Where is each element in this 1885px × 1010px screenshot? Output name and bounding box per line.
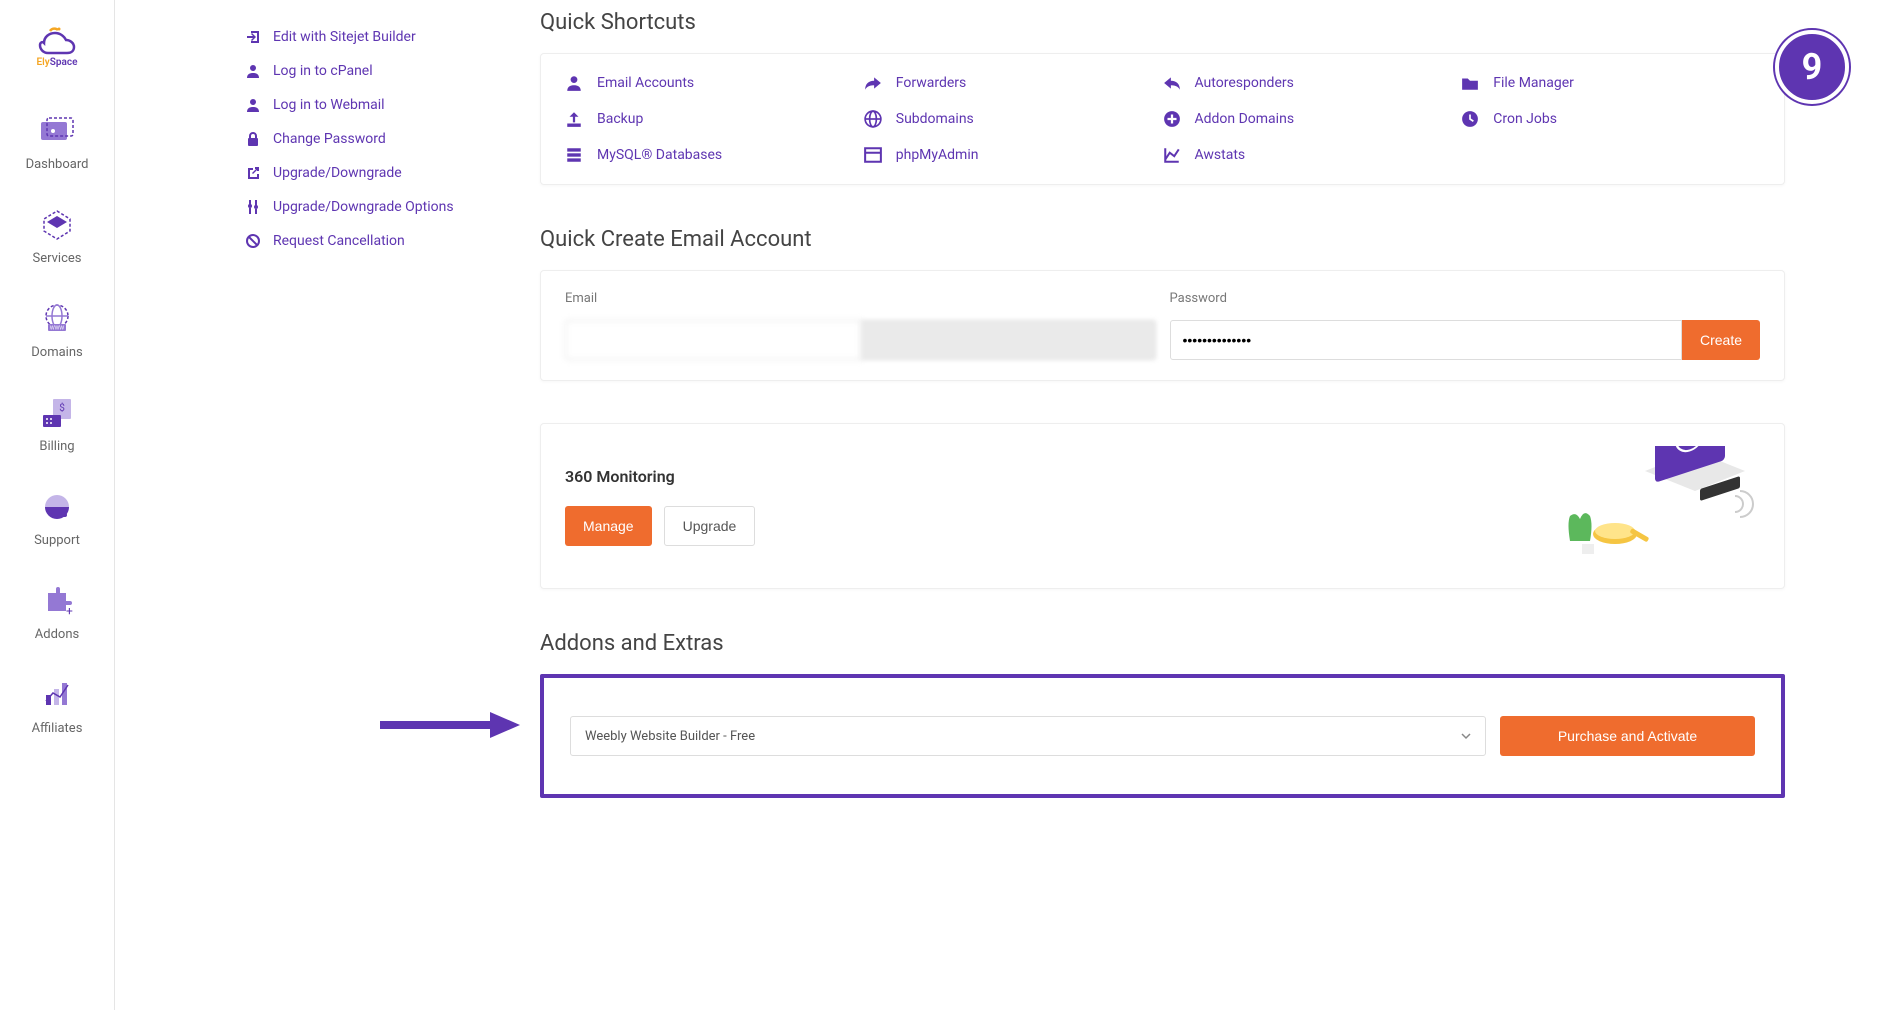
- share-icon: [864, 74, 882, 92]
- addons-icon: +: [37, 583, 77, 619]
- quick-shortcuts-card: Email Accounts Forwarders Autoresponders…: [540, 53, 1785, 185]
- chart-icon: [1163, 146, 1181, 164]
- lock-icon: [245, 131, 261, 147]
- primary-sidebar: ElySpace Dashboard Services WWW Domains …: [0, 0, 115, 1010]
- shortcut-awstats[interactable]: Awstats: [1163, 146, 1462, 164]
- plus-circle-icon: [1163, 110, 1181, 128]
- monitoring-title: 360 Monitoring: [565, 467, 755, 486]
- brand-logo[interactable]: ElySpace: [36, 25, 78, 68]
- actions-panel: Edit with Sitejet Builder Log in to cPan…: [115, 0, 520, 1010]
- action-upgrade-downgrade[interactable]: Upgrade/Downgrade: [245, 156, 490, 190]
- person-icon: [245, 97, 261, 113]
- svg-text:$: $: [59, 401, 65, 414]
- folder-icon: [1461, 74, 1479, 92]
- shortcut-mysql-databases[interactable]: MySQL® Databases: [565, 146, 864, 164]
- password-label: Password: [1170, 291, 1761, 306]
- external-icon: [245, 165, 261, 181]
- nav-addons[interactable]: + Addons: [0, 583, 114, 642]
- shortcut-forwarders[interactable]: Forwarders: [864, 74, 1163, 92]
- email-local-input[interactable]: [565, 320, 861, 360]
- annotation-arrow: [380, 710, 520, 740]
- forbid-icon: [245, 233, 261, 249]
- services-icon: [37, 207, 77, 243]
- nav-affiliates[interactable]: Affiliates: [0, 677, 114, 736]
- cloud-logo-icon: [36, 25, 78, 55]
- email-domain-display: [861, 320, 1156, 360]
- shortcut-cron-jobs[interactable]: Cron Jobs: [1461, 110, 1760, 128]
- nav-support[interactable]: Support: [0, 489, 114, 548]
- person-icon: [565, 74, 583, 92]
- action-upgrade-options[interactable]: Upgrade/Downgrade Options: [245, 190, 490, 224]
- addon-select[interactable]: Weebly Website Builder - Free: [570, 716, 1486, 756]
- quick-create-email-title: Quick Create Email Account: [540, 227, 1785, 252]
- login-icon: [245, 29, 261, 45]
- database-icon: [565, 146, 583, 164]
- clock-icon: [1461, 110, 1479, 128]
- dashboard-icon: [37, 113, 77, 149]
- shortcut-subdomains[interactable]: Subdomains: [864, 110, 1163, 128]
- email-password-input[interactable]: [1170, 320, 1682, 360]
- support-icon: [37, 489, 77, 525]
- shortcut-backup[interactable]: Backup: [565, 110, 864, 128]
- shortcut-phpmyadmin[interactable]: phpMyAdmin: [864, 146, 1163, 164]
- email-label: Email: [565, 291, 1156, 306]
- action-login-webmail[interactable]: Log in to Webmail: [245, 88, 490, 122]
- sliders-icon: [245, 199, 261, 215]
- brand-name: ElySpace: [37, 57, 78, 68]
- billing-icon: $: [37, 395, 77, 431]
- shortcut-autoresponders[interactable]: Autoresponders: [1163, 74, 1462, 92]
- shortcut-addon-domains[interactable]: Addon Domains: [1163, 110, 1462, 128]
- addons-card: Weebly Website Builder - Free Purchase a…: [540, 674, 1785, 798]
- purchase-activate-button[interactable]: Purchase and Activate: [1500, 716, 1755, 756]
- chevron-down-icon: [1461, 731, 1471, 741]
- action-edit-sitejet[interactable]: Edit with Sitejet Builder: [245, 20, 490, 54]
- quick-create-email-card: Email Password Create: [540, 270, 1785, 381]
- affiliates-icon: [37, 677, 77, 713]
- nav-services[interactable]: Services: [0, 207, 114, 266]
- monitoring-manage-button[interactable]: Manage: [565, 506, 652, 546]
- svg-text:WWW: WWW: [50, 326, 64, 332]
- monitoring-illustration: 360°: [1540, 446, 1760, 566]
- shortcut-email-accounts[interactable]: Email Accounts: [565, 74, 864, 92]
- domains-icon: WWW: [37, 301, 77, 337]
- window-icon: [864, 146, 882, 164]
- create-email-button[interactable]: Create: [1682, 320, 1760, 360]
- upload-icon: [565, 110, 583, 128]
- main-content: Quick Shortcuts Email Accounts Forwarder…: [520, 0, 1885, 1010]
- monitoring-upgrade-button[interactable]: Upgrade: [664, 506, 756, 546]
- person-icon: [245, 63, 261, 79]
- globe-icon: [864, 110, 882, 128]
- action-change-password[interactable]: Change Password: [245, 122, 490, 156]
- svg-text:+: +: [66, 604, 73, 617]
- reply-icon: [1163, 74, 1181, 92]
- monitoring-card: 360 Monitoring Manage Upgrade 360°: [540, 423, 1785, 589]
- nav-domains[interactable]: WWW Domains: [0, 301, 114, 360]
- action-login-cpanel[interactable]: Log in to cPanel: [245, 54, 490, 88]
- addons-title: Addons and Extras: [540, 631, 1785, 656]
- shortcut-file-manager[interactable]: File Manager: [1461, 74, 1760, 92]
- step-badge: 9: [1775, 30, 1849, 104]
- nav-billing[interactable]: $ Billing: [0, 395, 114, 454]
- action-request-cancellation[interactable]: Request Cancellation: [245, 224, 490, 258]
- nav-dashboard[interactable]: Dashboard: [0, 113, 114, 172]
- quick-shortcuts-title: Quick Shortcuts: [540, 10, 1785, 35]
